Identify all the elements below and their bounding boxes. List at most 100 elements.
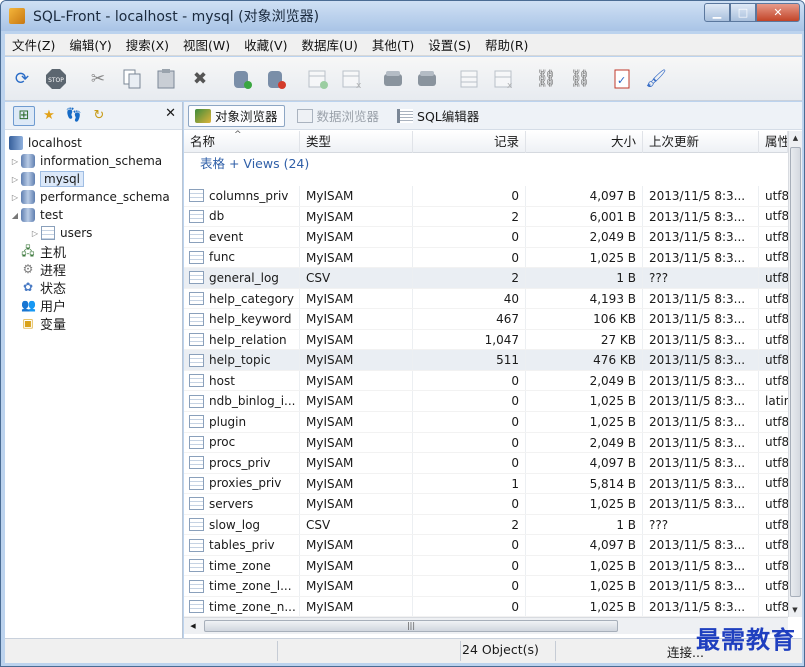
table-icon [189,435,204,449]
table-row[interactable]: time_zone_n... MyISAM 0 1,025 B 2013/11/5 8:… [184,596,788,618]
tree-node-users[interactable]: 👥 用户 [5,296,182,315]
find-icon[interactable]: 👣 [63,106,85,126]
scroll-left-icon[interactable]: ◀ [186,618,200,635]
tree-node-table[interactable]: ▷ users [5,224,182,242]
title-bar[interactable]: SQL-Front - localhost - mysql (对象浏览器) ▁ … [1,1,804,31]
table-row[interactable]: plugin MyISAM 0 1,025 B 2013/11/5 8:3... utf8 [184,412,788,433]
tree-node-database[interactable]: ▷ information_schema [5,152,182,170]
tab-sql-editor[interactable]: SQL编辑器 [391,105,485,127]
table-row[interactable]: time_zone_l... MyISAM 0 1,025 B 2013/11/5 8:… [184,576,788,597]
cell-updated: 2013/11/5 8:3... [643,473,759,494]
paste-icon[interactable] [154,67,178,91]
column-header-name[interactable]: 名称 ^ [184,130,300,153]
tree-node-processes[interactable]: ⚙ 进程 [5,260,182,279]
cut-icon[interactable]: ✂ [86,67,110,91]
table-row[interactable]: columns_priv MyISAM 0 4,097 B 2013/11/5 8:3.… [184,186,788,207]
table-row[interactable]: time_zone MyISAM 0 1,025 B 2013/11/5 8:3... u… [184,555,788,577]
menu-item-5[interactable]: 数据库(U) [294,35,364,54]
table-row[interactable]: help_category MyISAM 40 4,193 B 2013/11/5 8:… [184,288,788,310]
stop-icon[interactable]: STOP [44,67,68,91]
copy-icon[interactable] [120,67,144,91]
table-row[interactable]: proxies_priv MyISAM 1 5,814 B 2013/11/5 8:3.… [184,473,788,495]
table-row[interactable]: help_keyword MyISAM 467 106 KB 2013/11/5 8:3… [184,309,788,330]
table-row[interactable]: help_topic MyISAM 511 476 KB 2013/11/5 8:3..… [184,350,788,371]
new-table-icon[interactable] [306,67,330,91]
table-row[interactable]: procs_priv MyISAM 0 4,097 B 2013/11/5 8:3...… [184,453,788,474]
table-row[interactable]: db MyISAM 2 6,001 B 2013/11/5 8:3... utf8 [184,206,788,228]
table-row[interactable]: tables_priv MyISAM 0 4,097 B 2013/11/5 8:3..… [184,535,788,556]
tree-node-database[interactable]: ▷ mysql [5,170,182,188]
table-row[interactable]: host MyISAM 0 2,049 B 2013/11/5 8:3... utf8 [184,370,788,392]
group-header[interactable]: 表格 + Views (24) [184,154,309,174]
table-row[interactable]: slow_log CSV 2 1 B??? utf8 [184,514,788,536]
close-button[interactable]: ✕ [756,3,800,22]
table-row[interactable]: func MyISAM 0 1,025 B 2013/11/5 8:3... utf8 [184,247,788,269]
minimize-button[interactable]: ▁ [704,3,730,22]
cell-updated: 2013/11/5 8:3... [643,576,759,596]
new-database-icon[interactable] [230,67,254,91]
refresh-icon[interactable]: ⟳ [10,67,34,91]
expand-toggle-icon[interactable]: ▷ [9,175,21,184]
menu-item-2[interactable]: 搜索(X) [119,35,176,54]
new-row-icon[interactable] [458,67,482,91]
column-header-size[interactable]: 大小 [526,131,643,153]
table-row[interactable]: ndb_binlog_i... MyISAM 0 1,025 B 2013/11/5 8… [184,391,788,413]
column-header-type[interactable]: 类型 [300,131,413,153]
drop-database-icon[interactable] [264,67,288,91]
table-icon [189,353,204,367]
brush-icon[interactable]: 🖌 [644,67,668,91]
table-row[interactable]: proc MyISAM 0 2,049 B 2013/11/5 8:3... utf8 [184,432,788,454]
database-icon [21,190,35,204]
history-icon[interactable]: ↻ [88,106,110,126]
expand-toggle-icon[interactable]: ▷ [9,193,21,202]
column-header-records[interactable]: 记录 [413,131,526,153]
tab-data-browser[interactable]: 数据浏览器 [291,105,386,127]
expand-toggle-icon[interactable]: ◢ [9,211,21,220]
delete-row-icon[interactable]: x [492,67,516,91]
column-header-attributes[interactable]: 属性 [759,131,788,153]
scroll-up-icon[interactable]: ▲ [789,131,802,145]
expand-toggle-icon[interactable]: ▷ [29,229,41,238]
column-header-updated[interactable]: 上次更新 [643,131,759,153]
vertical-scrollbar[interactable]: ▲ ▼ [788,131,802,617]
delete-icon[interactable]: ✖ [188,67,212,91]
menu-item-8[interactable]: 帮助(R) [478,35,535,54]
table-row[interactable]: general_log CSV 2 1 B??? utf8 [184,268,788,289]
menu-item-7[interactable]: 设置(S) [421,35,478,54]
table-row[interactable]: event MyISAM 0 2,049 B 2013/11/5 8:3... utf8 [184,227,788,248]
menu-item-4[interactable]: 收藏(V) [237,35,294,54]
unlink-icon[interactable]: ⛓ [568,67,592,91]
table-row[interactable]: servers MyISAM 0 1,025 B 2013/11/5 8:3... utf… [184,494,788,515]
tree-view-icon[interactable]: ⊞ [13,105,35,126]
cell-records: 0 [413,186,526,206]
drop-table-icon[interactable]: x [340,67,364,91]
favorites-icon[interactable]: ★ [38,106,60,126]
vertical-scroll-thumb[interactable] [790,147,801,597]
expand-toggle-icon[interactable]: ▷ [9,157,21,166]
tree-node-hosts[interactable]: 🖧 主机 [5,242,182,261]
tree-node-status[interactable]: ✿ 状态 [5,278,182,297]
menu-item-0[interactable]: 文件(Z) [5,35,62,54]
checklist-icon[interactable]: ✓ [610,67,634,91]
menu-item-1[interactable]: 编辑(Y) [62,35,118,54]
maximize-button[interactable]: □ [730,3,756,22]
cell-size: 2,049 B [526,432,643,453]
cell-name: proc [184,432,300,453]
scroll-down-icon[interactable]: ▼ [789,603,801,617]
cell-size: 1,025 B [526,596,643,617]
tree-node-database[interactable]: ▷ performance_schema [5,188,182,206]
close-panel-icon[interactable]: ✕ [165,106,176,121]
cell-updated: ??? [643,514,759,535]
menu-item-6[interactable]: 其他(T) [365,35,421,54]
horizontal-scroll-thumb[interactable]: ||| [204,620,618,632]
tree-node-server[interactable]: localhost [5,134,182,152]
link-icon[interactable]: ⛓ [534,67,558,91]
table-icon [189,292,204,305]
tree-node-variables[interactable]: ▣ 变量 [5,314,182,333]
table-row[interactable]: help_relation MyISAM 1,047 27 KB 2013/11/5 8… [184,329,788,351]
menu-item-3[interactable]: 视图(W) [176,35,237,54]
tree-node-database[interactable]: ◢ test [5,206,182,224]
import-icon[interactable] [382,67,406,91]
export-icon[interactable] [416,67,440,91]
cell-name: general_log [184,268,300,288]
